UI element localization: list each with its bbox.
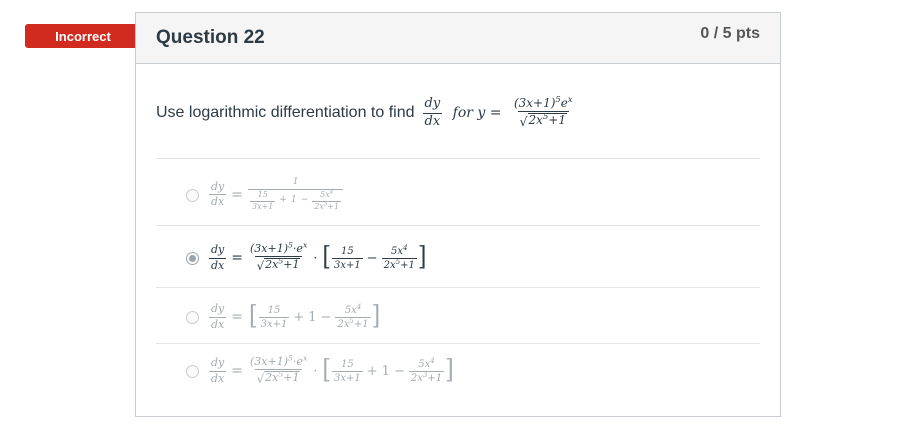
answer-1-radio[interactable] — [186, 188, 199, 202]
divider — [156, 225, 760, 226]
answer-3-radio[interactable] — [186, 310, 199, 324]
answer-option-3[interactable]: dy dx = [ 15 3x+1 +1 − 5x4 2x5+1 ] — [156, 291, 760, 343]
question-title: Question 22 — [156, 27, 265, 48]
prompt-dx: dx — [422, 112, 443, 129]
divider — [156, 158, 760, 159]
question-points: 0 / 5 pts — [700, 25, 760, 42]
prompt-den-plus-one: +1 — [548, 113, 566, 128]
answer-2-expression: dy dx = (3x+1)5·ex √ 2x5+1 · [ 15 3x+1 − 5x… — [209, 240, 427, 273]
question-prompt: Use logarithmic differentiation to find … — [156, 91, 575, 135]
answer-3-expression: dy dx = [ 15 3x+1 +1 − 5x4 2x5+1 ] — [209, 301, 381, 332]
question-header: Question 22 0 / 5 pts — [136, 13, 780, 64]
answer-2-radio-selected[interactable] — [186, 251, 199, 265]
prompt-math: dy dx for y = (3x+1)5ex √ 2x5+1 — [422, 94, 573, 129]
answer-option-1[interactable]: dy dx = 1 15 3x+1 +1 − 5x4 2x5+1 — [156, 165, 760, 225]
status-badge-label: Incorrect — [55, 28, 111, 44]
status-badge: Incorrect — [25, 24, 151, 48]
prompt-den-2x: 2x — [528, 113, 543, 128]
prompt-num-e: e — [560, 96, 568, 111]
answer-option-2[interactable]: dy dx = (3x+1)5·ex √ 2x5+1 · [ 15 3x+1 − 5x… — [156, 229, 760, 287]
prompt-num: (3x+1) — [513, 96, 556, 111]
answer-4-expression: dy dx = (3x+1)5·ex √ 2x5+1 · [ 15 3x+1 +1 −… — [209, 353, 454, 386]
divider — [156, 343, 760, 344]
answer-option-4[interactable]: dy dx = (3x+1)5·ex √ 2x5+1 · [ 15 3x+1 +1 −… — [156, 346, 760, 396]
divider — [156, 287, 760, 288]
prompt-for-y: for y = — [452, 105, 502, 121]
prompt-dy: dy — [424, 96, 441, 112]
prompt-text: Use logarithmic differentiation to find — [156, 104, 415, 121]
question-card: Question 22 0 / 5 pts Use logarithmic di… — [135, 12, 781, 417]
answer-1-expression: dy dx = 1 15 3x+1 +1 − 5x4 2x5+1 — [209, 177, 344, 211]
answer-4-radio[interactable] — [186, 364, 199, 378]
prompt-num-e-exp: x — [567, 94, 573, 105]
